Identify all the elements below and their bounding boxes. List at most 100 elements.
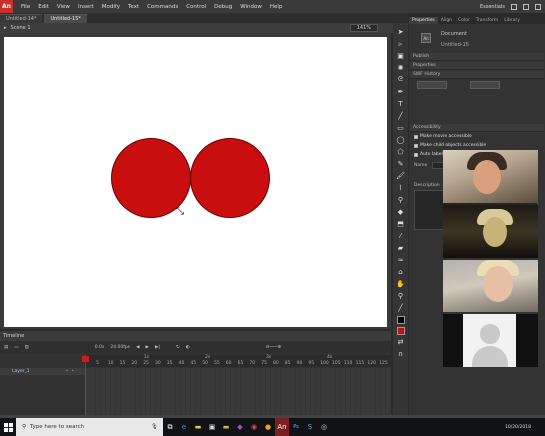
bone-tool-icon[interactable]: ⚲ <box>395 194 406 205</box>
swf-clear-button[interactable] <box>470 81 500 89</box>
3d-rotation-tool-icon[interactable]: ✺ <box>395 62 406 73</box>
swf-log-button[interactable] <box>417 81 447 89</box>
app-icon-orange[interactable]: ● <box>261 418 275 436</box>
menu-modify[interactable]: Modify <box>98 4 124 10</box>
photoshop-icon[interactable]: Ps <box>289 418 303 436</box>
swap-colors-icon[interactable]: ⇄ <box>395 336 406 347</box>
playhead-handle[interactable] <box>82 356 89 362</box>
menu-file[interactable]: File <box>17 4 34 10</box>
workspace-switcher[interactable]: Essentials <box>480 4 505 10</box>
layer-name[interactable]: Layer_1 <box>0 369 30 374</box>
menu-commands[interactable]: Commands <box>143 4 182 10</box>
file-explorer-icon[interactable]: ▬ <box>191 418 205 436</box>
checkbox-icon[interactable] <box>414 152 418 157</box>
hand-tool-icon[interactable]: ✋ <box>395 278 406 289</box>
step-back-icon[interactable]: ◀ <box>136 345 139 350</box>
onion-skin-icon[interactable]: ◐ <box>186 345 190 350</box>
menu-debug[interactable]: Debug <box>210 4 236 10</box>
menu-control[interactable]: Control <box>182 4 210 10</box>
paint-brush-tool-icon[interactable]: ⌇ <box>395 182 406 193</box>
microphone-icon[interactable]: 🎙 <box>151 424 158 430</box>
tab-transform[interactable]: Transform <box>473 17 501 24</box>
menu-insert[interactable]: Insert <box>74 4 98 10</box>
width-tool-icon[interactable]: ≈ <box>395 254 406 265</box>
ink-bottle-tool-icon[interactable]: ⬒ <box>395 218 406 229</box>
app-icon-grey[interactable]: ◎ <box>317 418 331 436</box>
brush-tool-icon[interactable]: 🖌 <box>395 170 406 181</box>
scene-label[interactable]: Scene 1 <box>11 25 31 31</box>
menu-edit[interactable]: Edit <box>34 4 53 10</box>
new-layer-icon[interactable]: ▤ <box>4 345 8 350</box>
tab-untitled-15[interactable]: Untitled-15* <box>44 14 87 23</box>
close-button[interactable] <box>535 3 541 10</box>
tab-properties[interactable]: Properties <box>409 17 438 24</box>
polystar-tool-icon[interactable]: ⬠ <box>395 146 406 157</box>
section-swf-history[interactable]: SWF History <box>410 71 544 79</box>
maximize-button[interactable] <box>523 3 529 10</box>
menu-window[interactable]: Window <box>236 4 266 10</box>
section-properties[interactable]: Properties <box>410 62 544 70</box>
playhead[interactable] <box>85 355 86 415</box>
menu-help[interactable]: Help <box>266 4 287 10</box>
rectangle-tool-icon[interactable]: ▭ <box>395 122 406 133</box>
camera-tool-icon[interactable]: ⌂ <box>395 266 406 277</box>
layer-lock-icon[interactable]: • <box>71 369 74 374</box>
delete-layer-icon[interactable]: ▥ <box>25 345 29 350</box>
snap-magnet-icon[interactable]: ∩ <box>395 348 406 359</box>
zoom-tool-icon[interactable]: ⚲ <box>395 290 406 301</box>
minimize-button[interactable] <box>511 3 517 10</box>
chrome-icon[interactable]: ◉ <box>247 418 261 436</box>
subselection-tool-icon[interactable]: ▹ <box>395 38 406 49</box>
zoom-select[interactable]: 141% <box>349 24 378 32</box>
layer-visibility-icon[interactable]: • <box>66 369 69 374</box>
pen-tool-icon[interactable]: ✒ <box>395 86 406 97</box>
line-tool-icon[interactable]: ╱ <box>395 110 406 121</box>
checkbox-icon[interactable] <box>414 143 418 148</box>
skype-icon[interactable]: S <box>303 418 317 436</box>
app-icon-purple[interactable]: ◆ <box>233 418 247 436</box>
eraser-tool-icon[interactable]: ▰ <box>395 242 406 253</box>
frame-readout[interactable]: 0.0s <box>95 345 105 350</box>
timeline-title[interactable]: Timeline <box>3 333 24 339</box>
tab-library[interactable]: Library <box>501 17 523 24</box>
stage-canvas[interactable] <box>4 37 387 327</box>
lasso-tool-icon[interactable]: ᘓ <box>395 74 406 85</box>
zoom-timeline-icon[interactable]: ⊖───⊕ <box>266 345 282 350</box>
menu-view[interactable]: View <box>53 4 74 10</box>
fps-readout[interactable]: 24.00fps <box>110 345 130 350</box>
fill-color-swatch[interactable] <box>396 327 405 335</box>
tab-untitled-14[interactable]: Untitled-14* <box>0 14 43 23</box>
checkbox-child-objects[interactable]: Make child objects accessible <box>414 143 486 148</box>
folder-app-icon[interactable]: ▬ <box>219 418 233 436</box>
taskbar-search-box[interactable]: ⚲ Type here to search 🎙 <box>16 418 163 436</box>
text-tool-icon[interactable]: T <box>395 98 406 109</box>
checkbox-movie-accessible[interactable]: Make movie accessible <box>414 134 472 139</box>
play-icon[interactable]: ▶ <box>145 345 148 350</box>
stroke-color-swatch[interactable] <box>396 316 405 324</box>
edge-browser-icon[interactable]: e <box>177 418 191 436</box>
animate-taskbar-icon[interactable]: An <box>275 418 289 436</box>
pencil-tool-icon[interactable]: ✎ <box>395 158 406 169</box>
oval-tool-icon[interactable]: ◯ <box>395 134 406 145</box>
system-clock[interactable]: 10/20/2018 <box>505 425 545 430</box>
frame-grid[interactable] <box>86 368 391 415</box>
checkbox-icon[interactable] <box>414 134 418 139</box>
menu-text[interactable]: Text <box>124 4 143 10</box>
windows-start-icon[interactable] <box>0 418 16 436</box>
step-forward-icon[interactable]: ▶| <box>155 345 160 350</box>
task-view-icon[interactable]: ⧉ <box>163 418 177 436</box>
loop-icon[interactable]: ↻ <box>176 345 180 350</box>
timeline-ruler[interactable]: 1s 2s 3s 4s 5 10 15 20 25 30 35 40 45 50 55 60 65 70 75 80… <box>86 355 391 367</box>
checkbox-auto-label[interactable]: Auto label <box>414 152 443 157</box>
tab-align[interactable]: Align <box>438 17 455 24</box>
eyedropper-tool-icon[interactable]: ⁄ <box>395 230 406 241</box>
tab-color[interactable]: Color <box>455 17 473 24</box>
transform-tool-icon[interactable]: ▣ <box>395 50 406 61</box>
folder-icon[interactable]: ▭ <box>14 345 18 350</box>
stroke-color-icon[interactable]: ╱ <box>395 302 406 313</box>
selection-tool-icon[interactable]: ➤ <box>395 26 406 37</box>
section-accessibility[interactable]: Accessibility <box>410 124 544 132</box>
paint-bucket-tool-icon[interactable]: ◆ <box>395 206 406 217</box>
store-icon[interactable]: ▣ <box>205 418 219 436</box>
red-circle-right[interactable] <box>190 138 270 218</box>
